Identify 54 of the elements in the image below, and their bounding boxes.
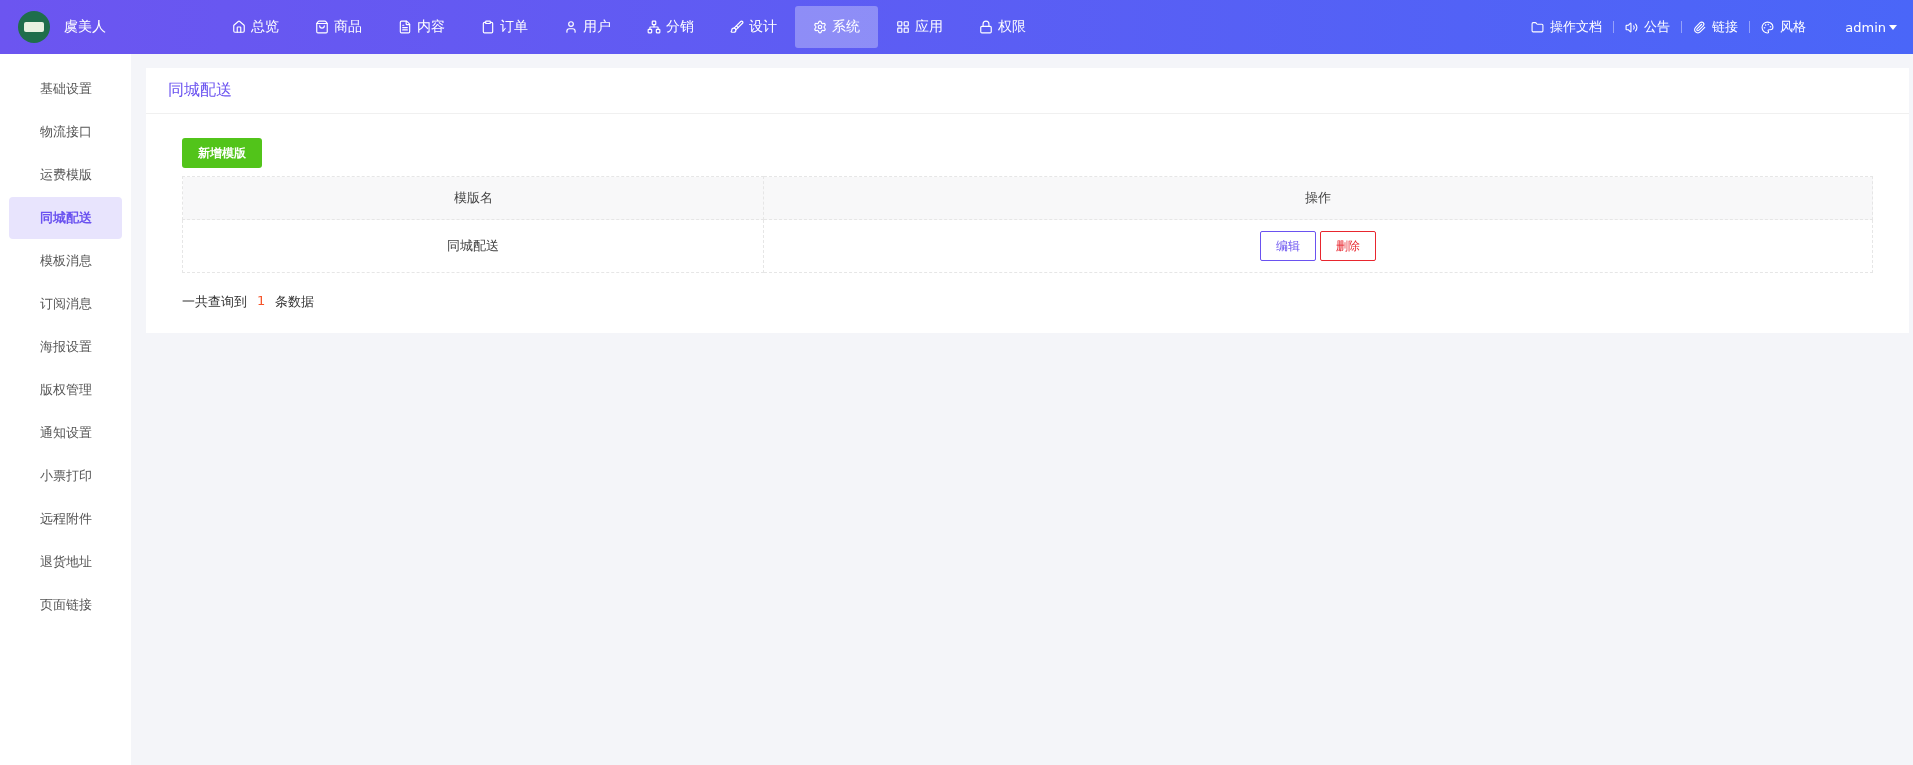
speaker-icon <box>1625 20 1639 34</box>
nav-tab[interactable]: 分销 <box>629 6 712 48</box>
nav-tab[interactable]: 权限 <box>961 6 1044 48</box>
sidebar-item[interactable]: 同城配送 <box>9 197 122 239</box>
nav-tab[interactable]: 系统 <box>795 6 878 48</box>
document-icon <box>398 20 412 34</box>
nav-tab[interactable]: 商品 <box>297 6 380 48</box>
table-header: 操作 <box>763 176 1873 220</box>
sidebar-item[interactable]: 版权管理 <box>9 369 122 411</box>
edit-button[interactable]: 编辑 <box>1260 231 1317 261</box>
caret-icon <box>1889 24 1897 30</box>
lock-icon <box>979 20 993 34</box>
paperclip-icon <box>1693 20 1707 34</box>
header-link[interactable]: 公告 <box>1614 18 1682 36</box>
sidebar-item[interactable]: 运费模版 <box>9 154 122 196</box>
sidebar-item[interactable]: 页面链接 <box>9 584 122 626</box>
delete-button[interactable]: 删除 <box>1320 231 1377 261</box>
settings-icon <box>813 20 827 34</box>
user-icon <box>564 20 578 34</box>
nav-tab[interactable]: 设计 <box>712 6 795 48</box>
header-link[interactable]: 风格 <box>1750 18 1818 36</box>
brand-name: 虞美人 <box>64 18 107 36</box>
nav-tab[interactable]: 应用 <box>878 6 961 48</box>
table-header: 模版名 <box>182 176 764 220</box>
bag-icon <box>315 20 329 34</box>
summary-text: 一共查询到 <box>182 293 247 311</box>
sidebar-item[interactable]: 订阅消息 <box>9 283 122 325</box>
user-menu[interactable]: admin <box>1845 19 1897 35</box>
nav-tab[interactable]: 内容 <box>380 6 463 48</box>
home-icon <box>232 20 246 34</box>
clipboard-icon <box>481 20 495 34</box>
table-cell: 同城配送 <box>182 219 764 273</box>
logo-icon <box>18 11 50 43</box>
result-count: 1 <box>257 293 266 310</box>
palette-icon <box>1761 20 1775 34</box>
sidebar-item[interactable]: 通知设置 <box>9 412 122 454</box>
sidebar-item[interactable]: 远程附件 <box>9 498 122 540</box>
nav-tab[interactable]: 订单 <box>463 6 546 48</box>
page-title: 同城配送 <box>168 80 232 101</box>
grid-icon <box>896 20 910 34</box>
sidebar-item[interactable]: 小票打印 <box>9 455 122 497</box>
folder-icon <box>1531 20 1545 34</box>
sidebar-item[interactable]: 基础设置 <box>9 68 122 110</box>
header-link[interactable]: 操作文档 <box>1520 18 1614 36</box>
nav-tab[interactable]: 用户 <box>546 6 629 48</box>
nav-tab[interactable]: 总览 <box>214 6 297 48</box>
network-icon <box>647 20 661 34</box>
summary-text: 条数据 <box>275 293 315 311</box>
sidebar-item[interactable]: 退货地址 <box>9 541 122 583</box>
header-link[interactable]: 链接 <box>1682 18 1750 36</box>
sidebar-item[interactable]: 物流接口 <box>9 111 122 153</box>
sidebar-item[interactable]: 模板消息 <box>9 240 122 282</box>
sidebar-item[interactable]: 海报设置 <box>9 326 122 368</box>
brush-icon <box>730 20 744 34</box>
